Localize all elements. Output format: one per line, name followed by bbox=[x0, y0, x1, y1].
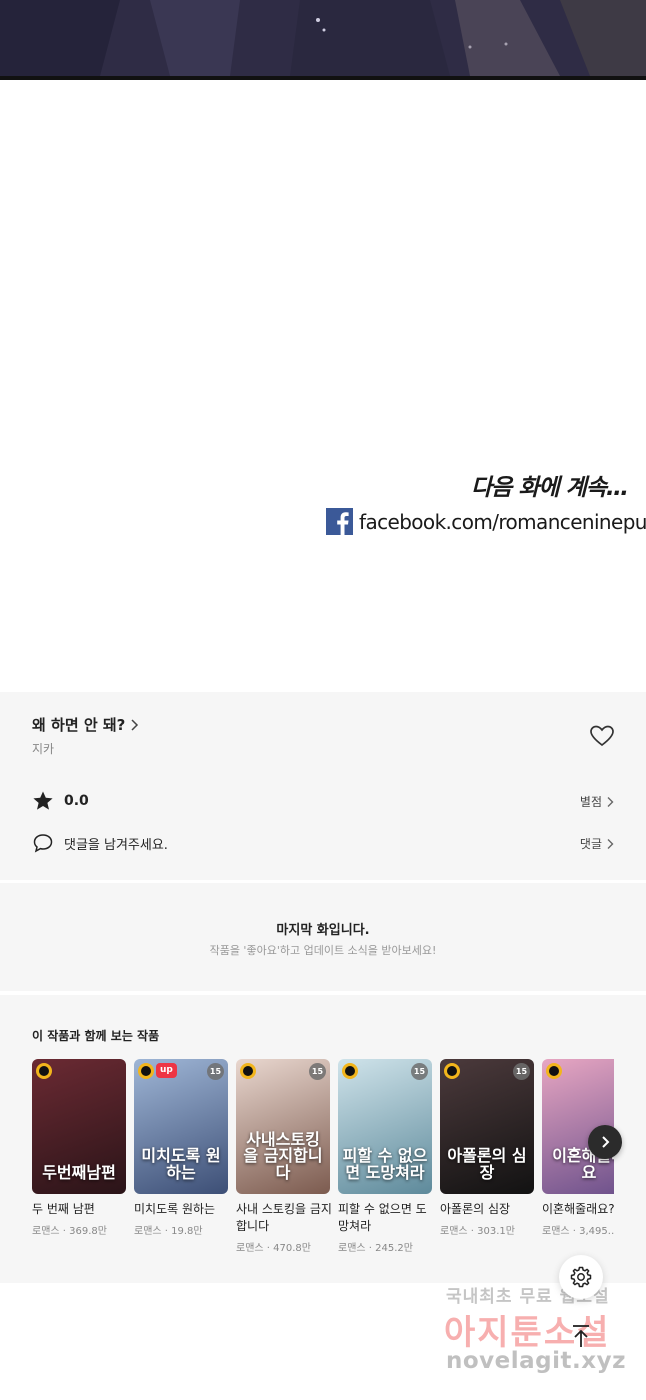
wait-free-clock-icon bbox=[36, 1063, 52, 1079]
recommendation-title: 미치도록 원하는 bbox=[134, 1202, 216, 1216]
like-button[interactable] bbox=[588, 722, 616, 750]
rate-label: 별점 bbox=[579, 795, 602, 809]
recommendations-heading: 이 작품과 함께 보는 작품 bbox=[32, 1029, 160, 1043]
recommendation-title: 두 번째 남편 bbox=[32, 1202, 95, 1216]
rating-row: 0.0 bbox=[32, 790, 89, 812]
recommendation-meta: 로맨스 · 3,495.… bbox=[542, 1226, 614, 1237]
comment-prompt: 댓글을 남겨주세요. bbox=[64, 837, 168, 853]
comic-image-top bbox=[0, 0, 646, 80]
recommendation-title: 피할 수 없으면 도망쳐라 bbox=[338, 1202, 427, 1233]
age-rating-badge: 15 bbox=[207, 1063, 224, 1080]
wait-free-clock-icon bbox=[546, 1063, 562, 1079]
carousel-next-button[interactable] bbox=[588, 1125, 622, 1159]
series-author: 지카 bbox=[32, 742, 55, 756]
recommendation-meta: 로맨스 · 369.8만 bbox=[32, 1226, 107, 1237]
cover-title-art: 아폴론의 심장 bbox=[447, 1146, 527, 1183]
age-rating-badge: 15 bbox=[309, 1063, 326, 1080]
recommendation-meta: 로맨스 · 245.2만 bbox=[338, 1243, 413, 1254]
last-episode-title: 마지막 화입니다. bbox=[276, 923, 370, 938]
wait-free-clock-icon bbox=[444, 1063, 460, 1079]
arrow-up-icon bbox=[573, 1325, 589, 1347]
chevron-right-icon bbox=[131, 718, 139, 731]
age-rating-badge: 15 bbox=[411, 1063, 428, 1080]
cover-thumbnail: 두번째남편 bbox=[32, 1059, 126, 1194]
cover-thumbnail: 피할 수 없으면 도망쳐라 15 bbox=[338, 1059, 432, 1194]
scroll-to-top-button[interactable] bbox=[563, 1318, 599, 1354]
rating-value: 0.0 bbox=[64, 793, 89, 809]
series-title-link[interactable]: 왜 하면 안 돼? bbox=[32, 714, 139, 735]
recommendation-meta: 로맨스 · 303.1만 bbox=[440, 1226, 515, 1237]
comic-image-panel bbox=[0, 80, 646, 580]
wait-free-clock-icon bbox=[240, 1063, 256, 1079]
wait-free-clock-icon bbox=[342, 1063, 358, 1079]
cover-thumbnail: 아폴론의 심장 15 bbox=[440, 1059, 534, 1194]
last-episode-notice: 마지막 화입니다. 작품을 '좋아요'하고 업데이트 소식을 받아보세요! bbox=[0, 883, 646, 991]
recommendation-meta: 로맨스 · 470.8만 bbox=[236, 1243, 311, 1254]
chevron-right-icon bbox=[607, 838, 614, 849]
recommendations-carousel[interactable]: 두번째남편 두 번째 남편 로맨스 · 369.8만 미치도록 원하는 up 15 미치도록… bbox=[32, 1059, 614, 1279]
age-rating-badge: 15 bbox=[513, 1063, 530, 1080]
recommendation-card[interactable]: 피할 수 없으면 도망쳐라 15 피할 수 없으면 도망쳐라로맨스 · 245.2만 bbox=[338, 1059, 432, 1254]
recommendation-card[interactable]: 두번째남편두 번째 남편로맨스 · 369.8만 bbox=[32, 1059, 126, 1237]
recommendation-card[interactable]: 아폴론의 심장 15 아폴론의 심장로맨스 · 303.1만 bbox=[440, 1059, 534, 1237]
chevron-right-icon bbox=[602, 1136, 610, 1148]
heart-icon bbox=[590, 725, 614, 747]
last-episode-subtitle: 작품을 '좋아요'하고 업데이트 소식을 받아보세요! bbox=[209, 944, 437, 957]
recommendation-title: 사내 스토킹을 금지합니다 bbox=[236, 1202, 332, 1233]
comments-button[interactable]: 댓글 bbox=[580, 835, 614, 852]
comments-label: 댓글 bbox=[579, 837, 602, 851]
cover-title-art: 사내스토킹을 금지합니다 bbox=[243, 1129, 323, 1183]
recommendation-title: 이혼해줄래요? bbox=[542, 1202, 614, 1216]
to-be-continued-text: 다음 화에 계속… bbox=[471, 475, 629, 501]
series-info-panel: 왜 하면 안 돼? 지카 0.0 별점 댓글을 남겨주세요. 댓글 bbox=[0, 692, 646, 880]
star-icon bbox=[33, 791, 53, 810]
facebook-credit: facebook.com/romanceninepus bbox=[326, 508, 646, 535]
up-badge: up bbox=[156, 1063, 177, 1078]
gear-icon bbox=[570, 1266, 592, 1288]
cover-title-art: 두번째남편 bbox=[42, 1163, 116, 1183]
cover-title-art: 피할 수 없으면 도망쳐라 bbox=[342, 1146, 428, 1183]
comment-prompt-row[interactable]: 댓글을 남겨주세요. bbox=[32, 832, 168, 854]
comic-artwork bbox=[0, 0, 646, 76]
cover-thumbnail: 미치도록 원하는 up 15 bbox=[134, 1059, 228, 1194]
wait-free-clock-icon bbox=[138, 1063, 154, 1079]
recommendations-section: 이 작품과 함께 보는 작품 두번째남편 두 번째 남편 로맨스 · 369.8만 미… bbox=[0, 995, 646, 1283]
recommendation-card[interactable]: 사내스토킹을 금지합니다 15 사내 스토킹을 금지합니다로맨스 · 470.8만 bbox=[236, 1059, 332, 1254]
comment-bubble-icon bbox=[33, 834, 53, 853]
series-title: 왜 하면 안 돼? bbox=[32, 716, 126, 734]
settings-button[interactable] bbox=[559, 1255, 603, 1299]
cover-thumbnail: 사내스토킹을 금지합니다 15 bbox=[236, 1059, 330, 1194]
chevron-right-icon bbox=[607, 796, 614, 807]
recommendation-title: 아폴론의 심장 bbox=[440, 1202, 511, 1216]
rate-button[interactable]: 별점 bbox=[580, 793, 614, 810]
recommendation-card[interactable]: 미치도록 원하는 up 15 미치도록 원하는로맨스 · 19.8만 bbox=[134, 1059, 228, 1237]
cover-title-art: 미치도록 원하는 bbox=[141, 1146, 221, 1183]
recommendation-meta: 로맨스 · 19.8만 bbox=[134, 1226, 203, 1237]
facebook-url: facebook.com/romanceninepus bbox=[359, 509, 646, 534]
facebook-icon bbox=[326, 508, 353, 535]
